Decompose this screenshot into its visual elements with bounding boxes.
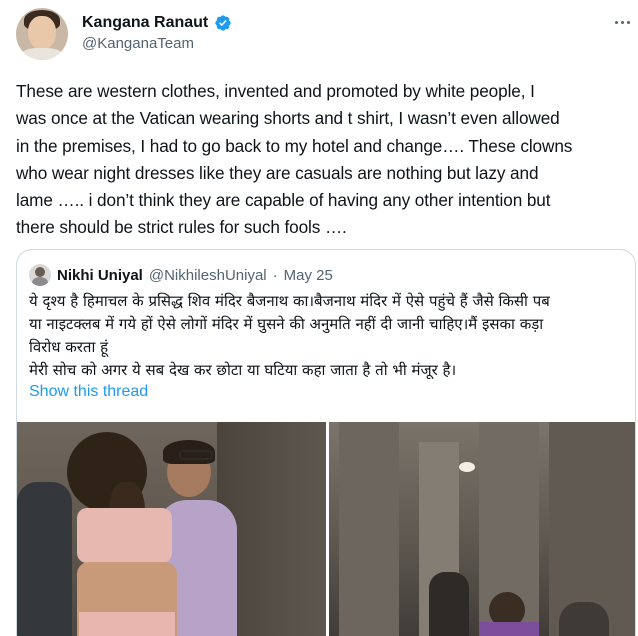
tweet-text-line: who wear night dresses like they are cas… xyxy=(16,162,539,183)
quoted-tweet-date: May 25 xyxy=(283,266,333,284)
quoted-text-line: मेरी सोच को अगर ये सब देख कर छोटा या घटि… xyxy=(29,361,457,379)
media-photo-right[interactable] xyxy=(329,422,635,636)
quoted-author-display-name: Nikhi Uniyal xyxy=(57,266,143,284)
media-photo-left[interactable] xyxy=(17,422,326,636)
quoted-author-handle: @NikhileshUniyal xyxy=(148,266,267,284)
quoted-separator-dot: · xyxy=(272,266,278,284)
quoted-tweet-card[interactable]: Nikhi Uniyal @NikhileshUniyal · May 25 य… xyxy=(16,249,636,636)
tweet-text: These are western clothes, invented and … xyxy=(16,78,636,242)
quoted-text-line: या नाइटक्लब में गये हों ऐसे लोगों मंदिर … xyxy=(29,315,544,333)
tweet-text-line: was once at the Vatican wearing shorts a… xyxy=(16,108,560,129)
author-name-row: Kangana Ranaut xyxy=(82,12,232,34)
author-display-name[interactable]: Kangana Ranaut xyxy=(82,14,208,32)
author-handle[interactable]: @KanganaTeam xyxy=(82,35,194,52)
tweet-text-line: These are western clothes, invented and … xyxy=(16,81,535,101)
tweet: Kangana Ranaut @KanganaTeam These are we… xyxy=(0,0,638,636)
quoted-text-line: विरोध करता हूं xyxy=(29,338,109,356)
quoted-text-line: ये दृश्य है हिमाचल के प्रसिद्ध शिव मंदिर… xyxy=(29,292,550,310)
show-thread-link[interactable]: Show this thread xyxy=(29,383,148,401)
quoted-tweet-header: Nikhi Uniyal @NikhileshUniyal · May 25 xyxy=(29,264,333,286)
quoted-author-avatar xyxy=(29,264,51,286)
quoted-tweet-text: ये दृश्य है हिमाचल के प्रसिद्ध शिव मंदिर… xyxy=(29,290,629,382)
tweet-text-line: in the premises, I had to go back to my … xyxy=(16,135,573,156)
tweet-text-line: there should be strict rules for such fo… xyxy=(16,217,347,238)
verified-badge-icon xyxy=(215,15,231,31)
tweet-text-line: lame ….. i don’t think they are capable … xyxy=(16,190,551,211)
quoted-tweet-media xyxy=(17,422,635,636)
more-options-icon[interactable] xyxy=(612,12,632,32)
author-avatar[interactable] xyxy=(16,8,68,60)
